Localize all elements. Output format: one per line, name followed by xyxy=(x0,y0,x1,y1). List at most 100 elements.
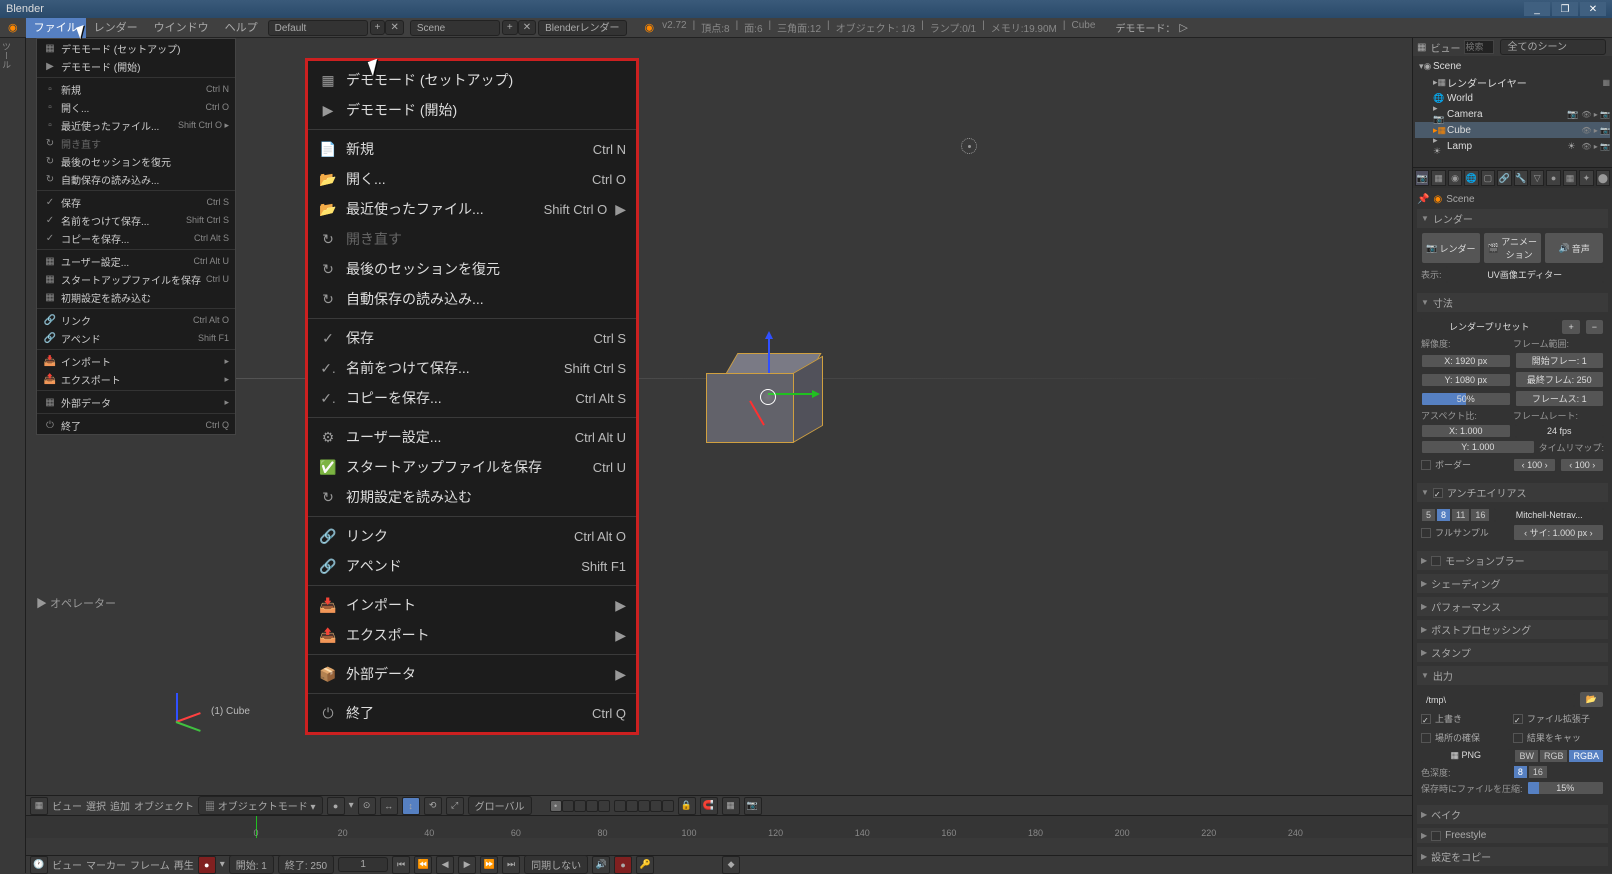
outliner-lamp[interactable]: ▸☀Lamp☀👁 ▸ 📷 xyxy=(1415,138,1610,154)
audio-button[interactable]: 🔊音声 xyxy=(1544,232,1604,264)
current-frame[interactable]: 1 xyxy=(338,857,388,872)
tl-frame[interactable]: フレーム xyxy=(130,857,170,872)
properties-editor[interactable]: 📷 ▦ ◉ 🌐 ▢ 🔗 🔧 ▽ ● ▦ ✦ ⬤ 📌◉Scene レンダー 📷レン… xyxy=(1413,168,1612,873)
file-format[interactable]: ▦ PNG xyxy=(1421,748,1510,763)
outliner-filter[interactable]: 全てのシーン xyxy=(1500,39,1606,55)
outliner-camera[interactable]: ▸📷Camera📷👁 ▸ 📷 xyxy=(1415,106,1610,122)
panel-freestyle[interactable]: Freestyle xyxy=(1417,828,1608,843)
cube-object[interactable] xyxy=(716,353,826,463)
file-menu-item[interactable]: ▦スタートアップファイルを保存Ctrl U xyxy=(37,270,235,288)
file-menu-dropdown[interactable]: ▦デモモード (セットアップ)▶デモモード (開始) ▫新規Ctrl N▫開く..… xyxy=(36,38,236,435)
browse-icon[interactable]: 📂 xyxy=(1579,691,1604,708)
file-menu-item[interactable]: ▶デモモード (開始) xyxy=(37,57,235,75)
outliner[interactable]: ▦ ビュー 全てのシーン ▾◉Scene ▸▦レンダーレイヤー▦ 🌐World … xyxy=(1413,38,1612,168)
sync-mode[interactable]: 同期しない xyxy=(524,855,588,874)
file-menu-item[interactable]: ▦外部データ ▸ xyxy=(37,393,235,411)
tab-modifiers[interactable]: 🔧 xyxy=(1514,170,1528,186)
keyframe-next-icon[interactable]: ⏩ xyxy=(480,856,498,874)
aspect-x[interactable]: X: 1.000 xyxy=(1421,424,1511,438)
panel-antialias[interactable]: アンチエイリアス xyxy=(1417,483,1608,502)
file-menu-item[interactable]: ▦デモモード (セットアップ) xyxy=(37,39,235,57)
color-mode[interactable]: BWRGBRGBA xyxy=(1514,749,1604,763)
tl-view[interactable]: ビュー xyxy=(52,857,82,872)
aa-filter[interactable]: Mitchell-Netrav... xyxy=(1494,508,1604,522)
file-menu-item[interactable]: ↻自動保存の読み込み... xyxy=(37,170,235,188)
snap-type-icon[interactable]: ▦ xyxy=(722,797,740,815)
panel-render[interactable]: レンダー xyxy=(1417,209,1608,228)
panel-bake[interactable]: ベイク xyxy=(1417,805,1608,824)
file-menu-item[interactable]: ✓保存Ctrl S xyxy=(37,193,235,211)
outliner-view[interactable]: ビュー xyxy=(1430,40,1460,55)
outliner-search[interactable] xyxy=(1464,40,1494,54)
panel-performance[interactable]: パフォーマンス xyxy=(1417,597,1608,616)
object-menu[interactable]: オブジェクト xyxy=(134,798,194,813)
view-menu[interactable]: ビュー xyxy=(52,798,82,813)
file-menu-item[interactable]: ⏻終了Ctrl Q xyxy=(37,416,235,434)
keyframe-prev-icon[interactable]: ⏪ xyxy=(414,856,432,874)
panel-motion-blur[interactable]: モーションブラー xyxy=(1417,551,1608,570)
overwrite-check[interactable] xyxy=(1421,714,1431,724)
fps[interactable]: 24 fps xyxy=(1515,424,1605,438)
file-menu-item[interactable]: ▫開く...Ctrl O xyxy=(37,98,235,116)
file-menu-item[interactable]: ▫最近使ったファイル...Shift Ctrl O ▸ xyxy=(37,116,235,134)
tab-world[interactable]: 🌐 xyxy=(1464,170,1478,186)
panel-output[interactable]: 出力 xyxy=(1417,666,1608,685)
file-menu-item[interactable]: ↻開き直す xyxy=(37,134,235,152)
outliner-scene[interactable]: ▾◉Scene xyxy=(1415,58,1610,74)
tab-material[interactable]: ● xyxy=(1546,170,1560,186)
layout-del[interactable]: ✕ xyxy=(385,20,403,35)
layout-selector[interactable]: Default xyxy=(268,20,368,36)
scene-del[interactable]: ✕ xyxy=(518,20,536,35)
aspect-y[interactable]: Y: 1.000 xyxy=(1421,440,1535,454)
tab-particles[interactable]: ✦ xyxy=(1579,170,1593,186)
layers[interactable]: • xyxy=(550,800,674,812)
layout-add[interactable]: + xyxy=(370,20,386,35)
render-preview-icon[interactable]: 📷 xyxy=(744,797,762,815)
orientation-selector[interactable]: グローバル xyxy=(468,796,532,815)
operator-panel[interactable]: ▶ オペレーター xyxy=(36,595,116,611)
manipulator-z-icon[interactable] xyxy=(768,333,770,373)
res-y[interactable]: Y: 1080 px xyxy=(1421,373,1511,387)
mode-selector[interactable]: ▦ オブジェクトモード ▾ xyxy=(198,796,323,815)
file-menu-item[interactable]: ✓名前をつけて保存...Shift Ctrl S xyxy=(37,211,235,229)
timeline[interactable]: 020406080100120140160180200220240 xyxy=(26,815,1412,855)
tab-constraints[interactable]: 🔗 xyxy=(1497,170,1511,186)
play-icon[interactable]: ▷ xyxy=(1179,21,1187,34)
file-menu-item[interactable]: ▫新規Ctrl N xyxy=(37,80,235,98)
remap-old[interactable]: ‹ 100 › xyxy=(1513,458,1557,472)
jump-end-icon[interactable]: ⏭ xyxy=(502,856,520,874)
file-menu-item[interactable]: ▦初期設定を読み込む xyxy=(37,288,235,306)
menu-file[interactable]: ファイル xyxy=(26,18,86,38)
add-menu[interactable]: 追加 xyxy=(110,798,130,813)
color-depth[interactable]: 816 xyxy=(1513,765,1548,779)
cache-check[interactable] xyxy=(1513,733,1523,743)
play-reverse-icon[interactable]: ◀ xyxy=(436,856,454,874)
play-icon[interactable]: ▶ xyxy=(458,856,476,874)
translate-icon[interactable]: ↕ xyxy=(402,797,420,815)
lamp-object[interactable] xyxy=(961,138,977,154)
frame-end[interactable]: 最終フレム: 250 xyxy=(1515,371,1605,388)
tl-playback[interactable]: 再生 xyxy=(174,857,194,872)
editor-type-icon[interactable]: ▦ xyxy=(30,797,48,815)
fullsample-check[interactable] xyxy=(1421,528,1431,538)
menu-help[interactable]: ヘルプ xyxy=(217,18,266,38)
manip-toggle-icon[interactable]: ↔ xyxy=(380,797,398,815)
outliner-renderlayers[interactable]: ▸▦レンダーレイヤー▦ xyxy=(1415,74,1610,90)
pin-icon[interactable]: 📌 xyxy=(1417,194,1429,205)
res-x[interactable]: X: 1920 px xyxy=(1421,354,1511,368)
close-button[interactable]: ✕ xyxy=(1580,2,1606,16)
engine-selector[interactable]: Blenderレンダー xyxy=(538,20,626,36)
select-menu[interactable]: 選択 xyxy=(86,798,106,813)
menu-window[interactable]: ウインドウ xyxy=(146,18,217,38)
tl-marker[interactable]: マーカー xyxy=(86,857,126,872)
ext-check[interactable] xyxy=(1513,714,1523,724)
aa-samples[interactable]: 581116 xyxy=(1421,508,1490,522)
res-percent[interactable]: 50% xyxy=(1421,392,1511,406)
frame-step[interactable]: フレームス: 1 xyxy=(1515,390,1605,407)
autokey-icon[interactable]: ● xyxy=(198,856,216,874)
scene-selector[interactable]: Scene xyxy=(410,20,500,36)
remap-new[interactable]: ‹ 100 › xyxy=(1560,458,1604,472)
3dview-header[interactable]: ▦ ビュー 選択 追加 オブジェクト ▦ オブジェクトモード ▾ ● ▾ ⊙ ↔… xyxy=(26,795,1412,815)
file-menu-item[interactable]: 🔗アペンドShift F1 xyxy=(37,329,235,347)
shading-solid-icon[interactable]: ● xyxy=(327,797,345,815)
